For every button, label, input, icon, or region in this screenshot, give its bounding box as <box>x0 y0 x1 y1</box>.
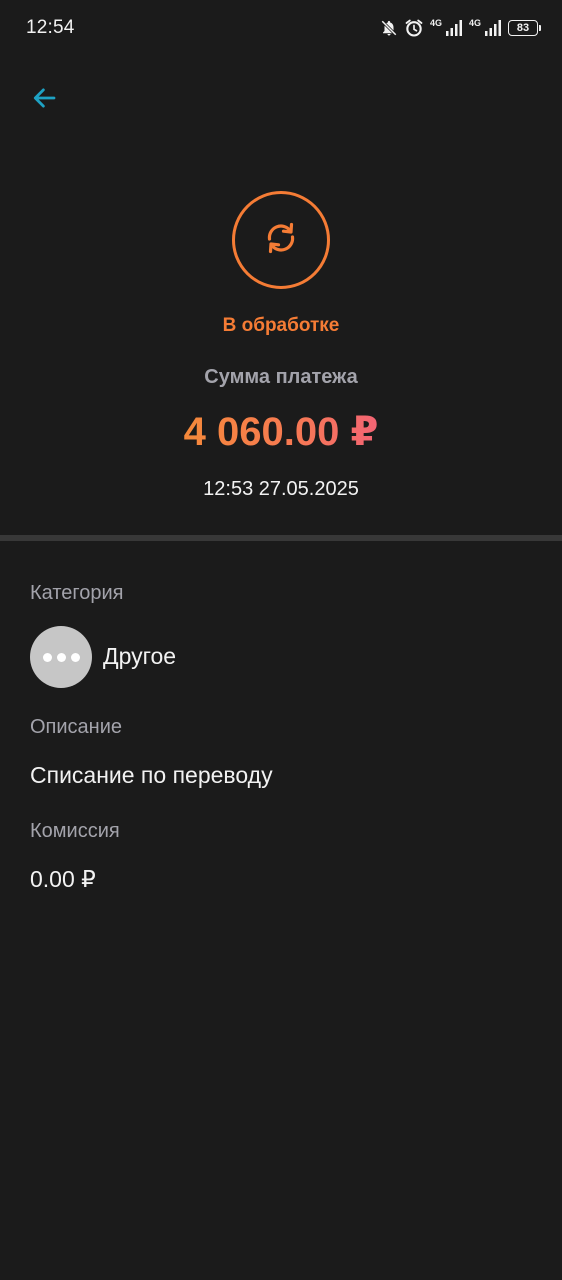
category-label: Категория <box>30 582 124 604</box>
refresh-icon <box>261 218 301 263</box>
transaction-datetime: 12:53 27.05.2025 <box>203 478 359 500</box>
mute-notifications-icon <box>380 19 398 37</box>
status-time: 12:54 <box>26 17 75 38</box>
network-label-1: 4G <box>429 18 442 28</box>
network-label-2: 4G <box>468 18 481 28</box>
back-button[interactable] <box>26 82 62 118</box>
signal-icon-2 <box>484 19 502 37</box>
signal-icon-1 <box>445 19 463 37</box>
status-icon-circle <box>232 191 330 289</box>
battery-level: 83 <box>516 21 530 34</box>
commission-value: 0.00 ₽ <box>30 866 96 892</box>
status-icons: 4G 4G 83 <box>380 16 541 40</box>
amount-value: 4 060.00 ₽ <box>0 408 562 456</box>
description-label: Описание <box>30 716 123 738</box>
amount-text: 4 060.00 ₽ <box>183 410 379 454</box>
category-value: Другое <box>103 643 177 669</box>
battery-icon: 83 <box>508 20 541 36</box>
amount-label: Сумма платежа <box>204 366 358 388</box>
more-dots-icon <box>30 626 92 688</box>
description-value: Списание по переводу <box>30 762 273 788</box>
commission-label: Комиссия <box>30 820 120 842</box>
section-divider <box>0 535 562 541</box>
transaction-status: В обработке <box>222 315 340 336</box>
status-bar: 12:54 4G 4G 83 <box>0 0 562 56</box>
alarm-icon <box>404 18 424 38</box>
arrow-left-icon <box>29 83 59 118</box>
